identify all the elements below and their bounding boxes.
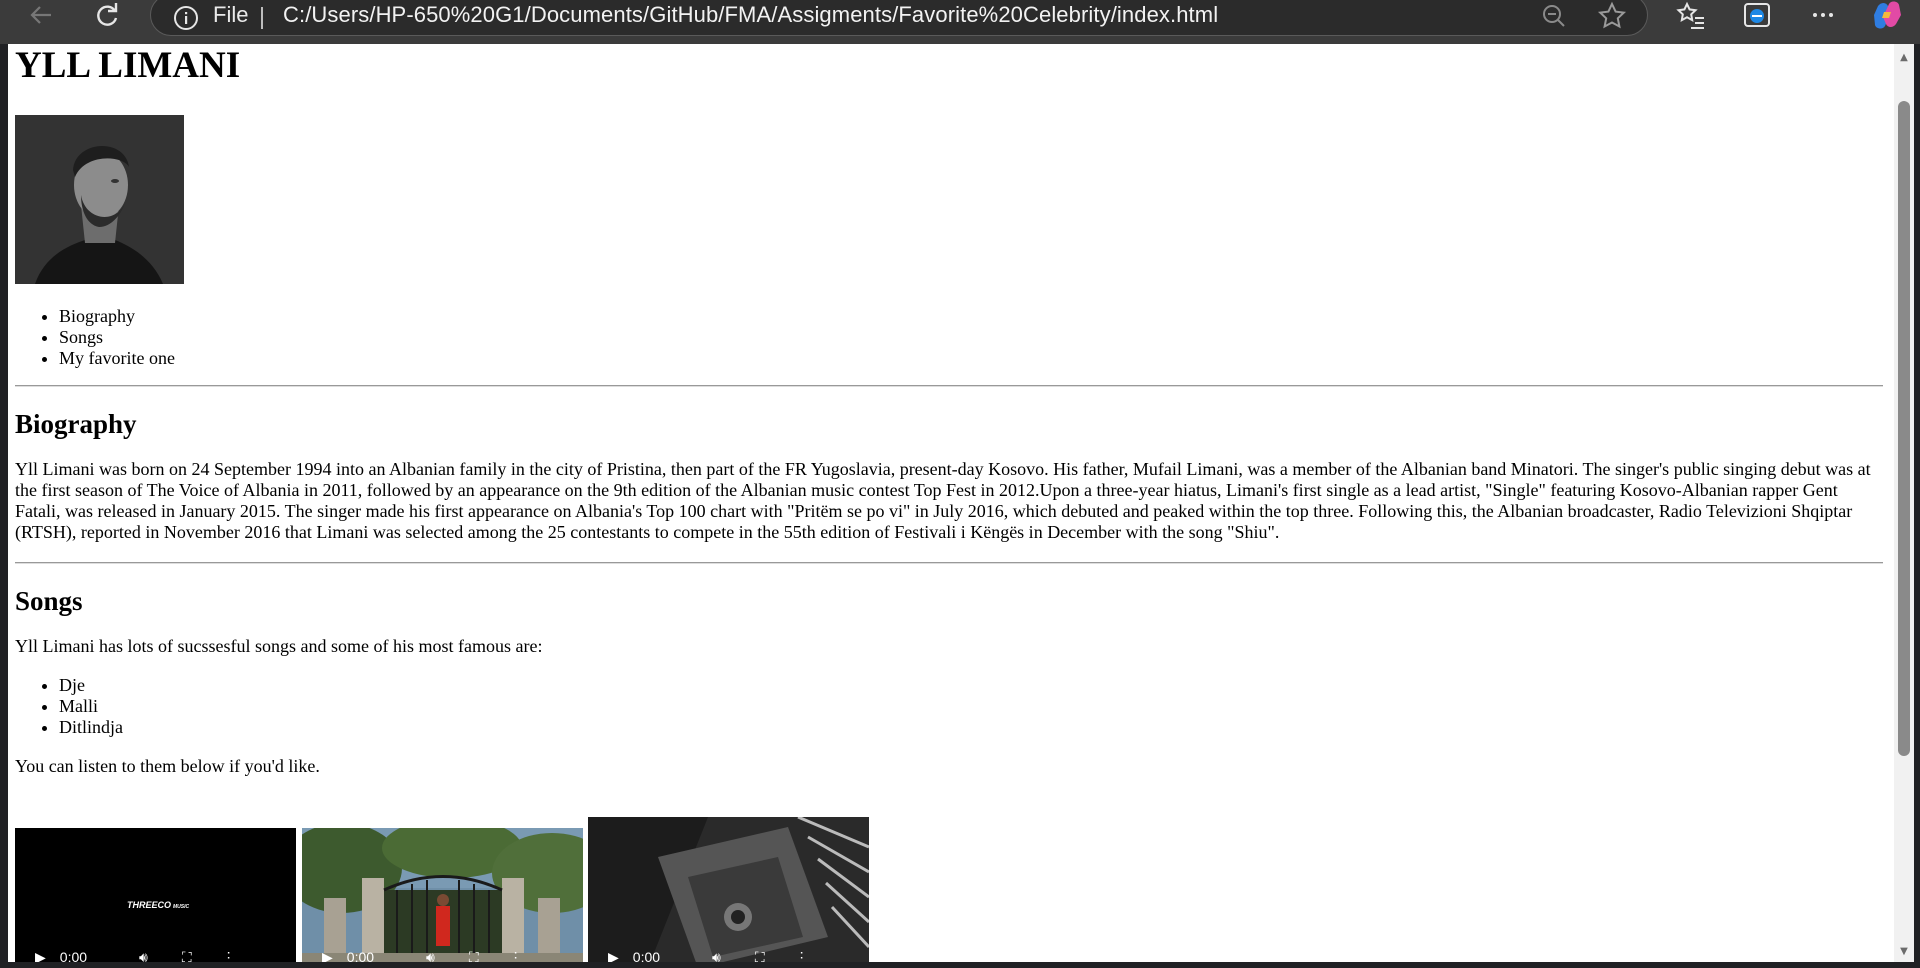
video-player[interactable]: ▶ 0:00 🔊︎ ⛶ ⋮ xyxy=(588,817,869,962)
video-controls: ▶ 0:00 🔊︎ ⛶ ⋮ xyxy=(588,946,869,963)
video-player[interactable]: ▶ 0:00 🔊︎ ⛶ ⋮ xyxy=(302,828,583,962)
divider xyxy=(15,562,1883,564)
fullscreen-icon[interactable]: ⛶ xyxy=(755,949,765,963)
fullscreen-icon[interactable]: ⛶ xyxy=(182,949,192,963)
celebrity-portrait xyxy=(15,115,184,284)
songs-list: Dje Malli Ditlindja xyxy=(15,675,1883,738)
more-dots-icon xyxy=(1813,13,1833,17)
songs-heading: Songs xyxy=(15,586,83,616)
more-options-icon[interactable]: ⋮ xyxy=(795,949,809,963)
play-icon[interactable]: ▶ xyxy=(35,949,46,963)
favorite-star-icon[interactable] xyxy=(1597,1,1627,31)
video-time: 0:00 xyxy=(346,949,375,962)
song-item: Dje xyxy=(59,675,1883,696)
ie-mode-icon xyxy=(1744,3,1770,27)
biography-heading: Biography xyxy=(15,409,137,439)
page-viewport: YLL LIMANI Biography Songs My favorite o… xyxy=(8,44,1894,962)
play-icon[interactable]: ▶ xyxy=(322,949,333,963)
page-content: YLL LIMANI Biography Songs My favorite o… xyxy=(8,44,1890,962)
favorites-list-icon xyxy=(1676,1,1704,29)
scroll-down-arrow-icon[interactable]: ▼ xyxy=(1894,942,1914,960)
video-controls: ▶ 0:00 🔊︎ ⛶ ⋮ xyxy=(15,946,296,963)
nav-item-favorite: My favorite one xyxy=(59,348,1883,369)
video-time: 0:00 xyxy=(632,949,661,962)
scheme-label: File xyxy=(213,2,249,27)
settings-more-button[interactable] xyxy=(1804,0,1842,30)
copilot-icon xyxy=(1874,1,1901,29)
video-logo: THREECO MUSIC xyxy=(127,900,190,910)
biography-text: Yll Limani was born on 24 September 1994… xyxy=(15,459,1871,542)
url-text[interactable]: C:/Users/HP-650%20G1/Documents/GitHub/FM… xyxy=(283,2,1218,28)
more-options-icon[interactable]: ⋮ xyxy=(509,949,523,963)
back-button[interactable] xyxy=(22,0,60,30)
video-time: 0:00 xyxy=(59,949,88,962)
nav-item-songs: Songs xyxy=(59,327,1883,348)
video-controls: ▶ 0:00 🔊︎ ⛶ ⋮ xyxy=(302,946,583,963)
video-row: THREECO MUSIC ▶ 0:00 🔊︎ ⛶ ⋮ ▶ 0:00 🔊︎ ⛶ … xyxy=(15,817,1883,962)
video-player[interactable]: THREECO MUSIC ▶ 0:00 🔊︎ ⛶ ⋮ xyxy=(15,828,296,962)
volume-icon[interactable]: 🔊︎ xyxy=(712,949,721,963)
address-separator xyxy=(261,7,263,29)
scrollbar-thumb[interactable] xyxy=(1898,101,1910,756)
copilot-button[interactable] xyxy=(1868,0,1906,30)
divider xyxy=(15,385,1883,387)
scroll-up-arrow-icon[interactable]: ▲ xyxy=(1894,48,1914,66)
video-thumbnail xyxy=(302,828,583,962)
nav-item-biography: Biography xyxy=(59,306,1883,327)
ie-mode-button[interactable] xyxy=(1738,0,1776,30)
favorites-button[interactable] xyxy=(1672,0,1710,30)
page-title: YLL LIMANI xyxy=(15,45,241,86)
more-options-icon[interactable]: ⋮ xyxy=(222,949,236,963)
play-icon[interactable]: ▶ xyxy=(608,949,619,963)
fullscreen-icon[interactable]: ⛶ xyxy=(469,949,479,963)
address-bar[interactable]: File C:/Users/HP-650%20G1/Documents/GitH… xyxy=(150,0,1648,36)
video-thumbnail xyxy=(15,828,296,962)
video-thumbnail xyxy=(588,817,869,962)
songs-intro: Yll Limani has lots of sucssesful songs … xyxy=(15,636,543,656)
song-item: Malli xyxy=(59,696,1883,717)
info-icon[interactable] xyxy=(173,5,199,31)
volume-icon[interactable]: 🔊︎ xyxy=(139,949,148,963)
nav-list: Biography Songs My favorite one xyxy=(15,306,1883,369)
reload-button[interactable] xyxy=(88,0,126,30)
page-scrollbar[interactable]: ▲ ▼ xyxy=(1894,44,1914,962)
volume-icon[interactable]: 🔊︎ xyxy=(426,949,435,963)
arrow-left-icon xyxy=(30,6,51,24)
reload-icon xyxy=(97,3,118,26)
zoom-out-icon[interactable] xyxy=(1541,3,1567,29)
browser-toolbar: File C:/Users/HP-650%20G1/Documents/GitH… xyxy=(0,0,1920,44)
song-item: Ditlindja xyxy=(59,717,1883,738)
songs-outro: You can listen to them below if you'd li… xyxy=(15,756,320,776)
